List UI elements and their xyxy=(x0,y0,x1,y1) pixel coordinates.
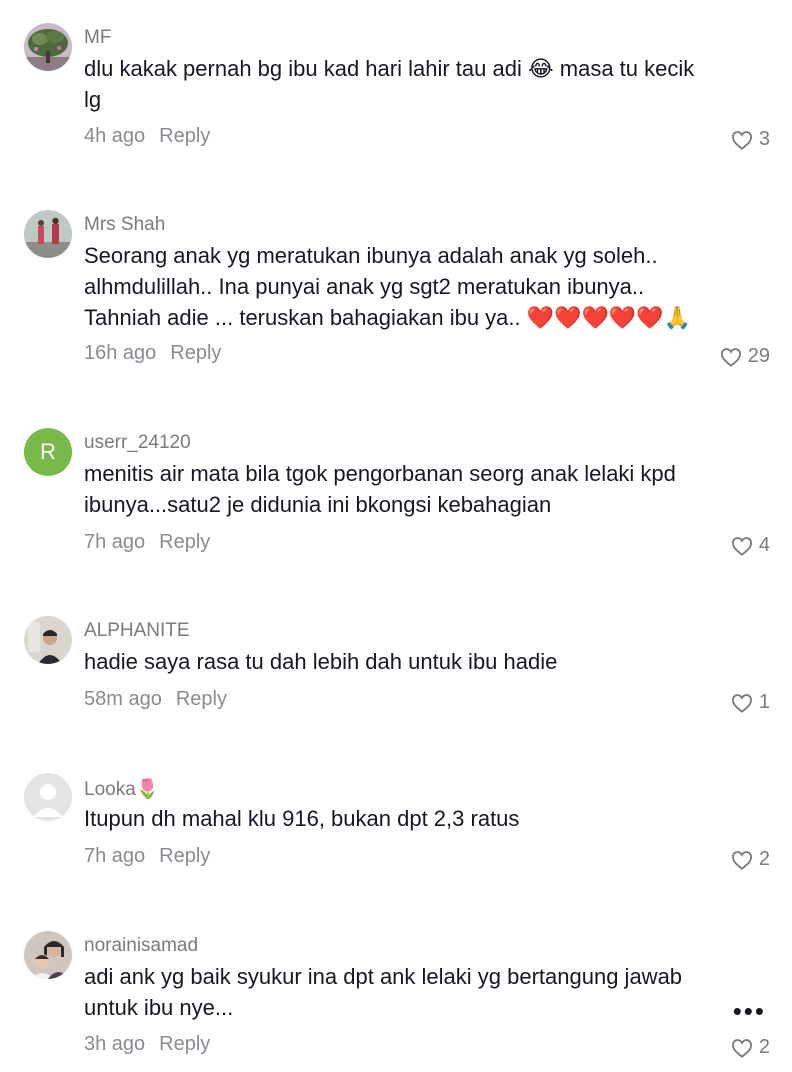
comment-meta: 3h ago Reply xyxy=(84,1033,210,1056)
default-user-icon xyxy=(24,773,72,821)
heart-icon xyxy=(731,850,752,870)
avatar-letter: R xyxy=(40,439,56,464)
avatar[interactable] xyxy=(24,210,72,258)
avatar[interactable] xyxy=(24,616,72,664)
comment-text: Itupun dh mahal klu 916, bukan dpt 2,3 r… xyxy=(84,806,520,831)
like-button[interactable]: 4 xyxy=(731,534,770,557)
comment-time: 4h ago xyxy=(84,125,146,147)
like-count: 2 xyxy=(758,1036,770,1058)
avatar[interactable] xyxy=(24,23,72,71)
comment-time: 58m ago xyxy=(84,688,162,710)
comment-text: menitis air mata bila tgok pengorbanan s… xyxy=(84,461,676,517)
comment-text: hadie saya rasa tu dah lebih dah untuk i… xyxy=(84,649,558,674)
reply-button[interactable]: Reply xyxy=(159,531,210,553)
heart-icon xyxy=(720,347,741,367)
comment-time: 16h ago xyxy=(84,342,157,364)
like-button[interactable]: 3 xyxy=(731,128,770,151)
comment-username[interactable]: Looka🌷 xyxy=(84,777,159,801)
avatar[interactable]: R xyxy=(24,428,72,476)
comment-meta: 7h ago Reply xyxy=(84,531,210,554)
like-count: 2 xyxy=(758,848,770,870)
comment-time: 3h ago xyxy=(84,1033,146,1055)
comment-text: adi ank yg baik syukur ina dpt ank lelak… xyxy=(84,964,683,1020)
comment-username[interactable]: MF xyxy=(84,27,111,49)
comment-meta: 58m ago Reply xyxy=(84,688,227,711)
tree-photo-icon xyxy=(24,23,72,71)
person-photo-icon xyxy=(24,616,72,664)
reply-button[interactable]: Reply xyxy=(159,845,210,867)
comment-time: 7h ago xyxy=(84,531,146,553)
heart-icon xyxy=(731,130,752,150)
comment-time: 7h ago xyxy=(84,845,146,867)
like-count: 1 xyxy=(758,691,770,713)
like-count: 29 xyxy=(747,345,770,367)
avatar[interactable] xyxy=(24,773,72,821)
reply-button[interactable]: Reply xyxy=(170,342,221,364)
like-button[interactable]: 2 xyxy=(731,1036,770,1059)
comment-meta: 7h ago Reply xyxy=(84,845,210,868)
heart-icon xyxy=(731,693,752,713)
heart-icon xyxy=(731,536,752,556)
comment-meta: 16h ago Reply xyxy=(84,342,221,365)
comment-username[interactable]: ALPHANITE xyxy=(84,620,190,642)
more-options-icon[interactable]: ••• xyxy=(733,998,766,1024)
like-count: 3 xyxy=(758,128,770,150)
comment-username[interactable]: userr_24120 xyxy=(84,432,191,454)
avatar[interactable] xyxy=(24,931,72,979)
reply-button[interactable]: Reply xyxy=(176,688,227,710)
family-photo-icon xyxy=(24,931,72,979)
comment-text: Seorang anak yg meratukan ibunya adalah … xyxy=(84,243,692,330)
like-button[interactable]: 29 xyxy=(720,345,770,368)
like-button[interactable]: 1 xyxy=(731,691,770,714)
comment-username[interactable]: norainisamad xyxy=(84,935,198,957)
comment-text: dlu kakak pernah bg ibu kad hari lahir t… xyxy=(84,56,695,112)
comment-meta: 4h ago Reply xyxy=(84,125,210,148)
comment-username[interactable]: Mrs Shah xyxy=(84,214,165,236)
reply-button[interactable]: Reply xyxy=(159,1033,210,1055)
like-count: 4 xyxy=(758,534,770,556)
heart-icon xyxy=(731,1038,752,1058)
reply-button[interactable]: Reply xyxy=(159,125,210,147)
like-button[interactable]: 2 xyxy=(731,848,770,871)
people-photo-icon xyxy=(24,210,72,258)
